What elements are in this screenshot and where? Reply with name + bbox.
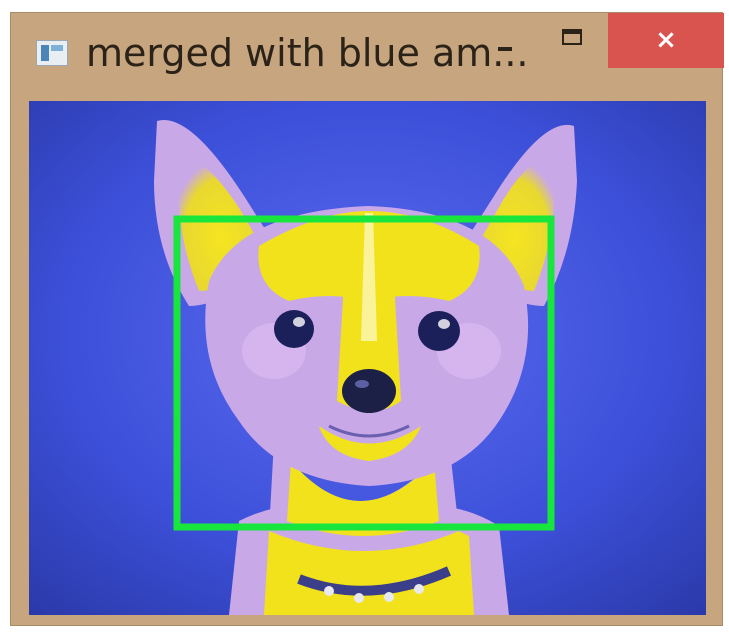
- close-icon: ×: [655, 25, 677, 55]
- minimize-button[interactable]: [479, 13, 531, 68]
- image-canvas: [29, 101, 706, 615]
- minimize-icon: [498, 47, 512, 51]
- dog-right-eye: [418, 311, 460, 351]
- maximize-button[interactable]: [543, 13, 603, 68]
- window-title: merged with blue am...: [86, 31, 529, 75]
- maximize-icon: [562, 29, 582, 45]
- title-bar[interactable]: merged with blue am... ×: [11, 13, 724, 99]
- merged-image: [29, 101, 706, 615]
- dog-nose: [342, 369, 396, 413]
- close-button[interactable]: ×: [608, 13, 724, 68]
- app-window: merged with blue am... ×: [10, 12, 724, 626]
- dog-left-eye: [274, 310, 314, 348]
- app-window-icon: [36, 40, 68, 66]
